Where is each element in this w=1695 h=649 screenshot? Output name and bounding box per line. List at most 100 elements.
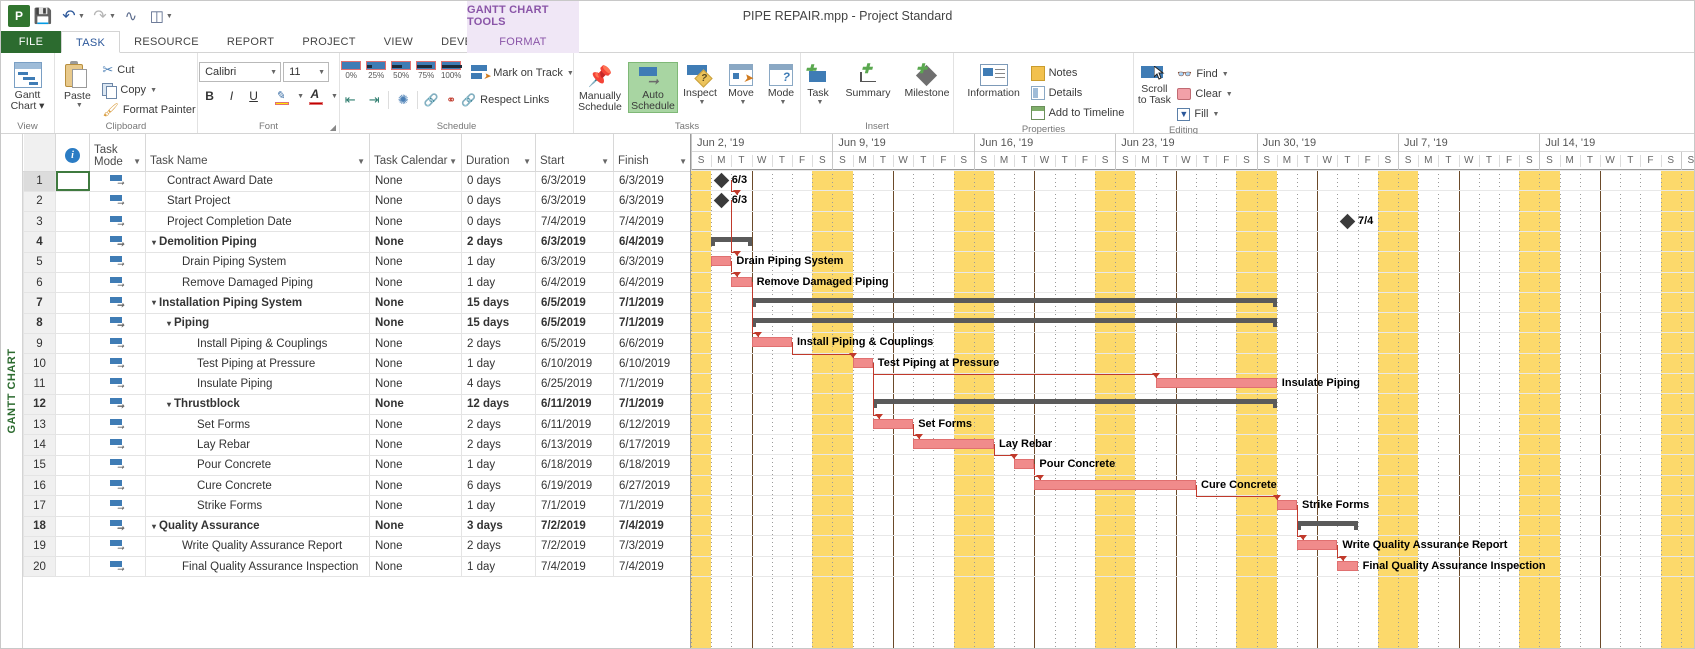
row-start-cell[interactable]: 6/4/2019 (535, 271, 614, 294)
row-id-cell[interactable]: 9 (23, 332, 56, 355)
row-finish-cell[interactable]: 7/1/2019 (613, 373, 690, 395)
link-tasks-button[interactable]: 🔗 (421, 91, 441, 110)
summary-bar[interactable] (751, 297, 1277, 307)
row-start-cell[interactable]: 6/19/2019 (535, 474, 614, 497)
table-row[interactable]: 3 ➞ Project Completion Date None 0 days 7/4/2… (23, 211, 690, 233)
table-row[interactable]: 12 ➞ ▾ Thrustblock None 12 days 6/11/2019 7/1/2… (23, 393, 690, 416)
row-indicator-cell[interactable] (55, 414, 90, 436)
row-duration-cell[interactable]: 2 days (461, 332, 536, 355)
row-id-cell[interactable]: 16 (23, 474, 56, 497)
row-task-name-cell[interactable]: Set Forms (145, 414, 370, 436)
manually-schedule-button[interactable]: 📌 Manually Schedule (574, 62, 626, 113)
clear-dropdown-icon[interactable]: ▼ (1226, 91, 1233, 98)
save-icon[interactable]: 💾 (30, 4, 56, 28)
row-finish-cell[interactable]: 6/10/2019 (613, 353, 690, 375)
row-task-calendar-cell[interactable]: None (369, 190, 462, 213)
row-task-calendar-cell[interactable]: None (369, 474, 462, 497)
copy-button[interactable]: Copy ▼ (102, 80, 195, 100)
row-indicator-cell[interactable] (55, 454, 90, 476)
col-filter-task-calendar-icon[interactable]: ▼ (449, 157, 457, 166)
fill-button[interactable]: ▼ Fill ▼ (1177, 104, 1232, 124)
tab-format[interactable]: FORMAT (467, 31, 579, 53)
move-button[interactable]: ➤ Move ▼ (722, 62, 760, 106)
row-indicator-cell[interactable] (55, 190, 90, 213)
summary-bar[interactable] (1297, 521, 1358, 531)
notes-button[interactable]: Notes (1030, 63, 1125, 83)
outdent-task-button[interactable]: ⇤ (339, 91, 361, 110)
row-id-cell[interactable]: 11 (23, 373, 56, 395)
task-bar[interactable] (711, 256, 732, 267)
summary-bar[interactable] (751, 318, 1277, 328)
find-button[interactable]: 👓 Find ▼ (1177, 64, 1232, 84)
indent-task-button[interactable]: ⇥ (363, 91, 385, 110)
row-id-cell[interactable]: 3 (23, 211, 56, 233)
italic-button[interactable]: I (221, 86, 242, 106)
col-header-start[interactable]: Start ▼ (535, 134, 614, 172)
row-task-mode-cell[interactable]: ➞ (89, 211, 146, 233)
row-task-mode-cell[interactable]: ➞ (89, 312, 146, 334)
row-start-cell[interactable]: 7/4/2019 (535, 211, 614, 233)
table-row[interactable]: 1 ➞ Contract Award Date None 0 days 6/3/2019 6… (23, 170, 690, 192)
table-row[interactable]: 19 ➞ Write Quality Assurance Report None 2 d… (23, 535, 690, 558)
row-finish-cell[interactable]: 6/3/2019 (613, 251, 690, 273)
table-row[interactable]: 4 ➞ ▾ Demolition Piping None 2 days 6/3/2019 6/… (23, 231, 690, 253)
row-task-name-cell[interactable]: Start Project (145, 190, 370, 213)
row-finish-cell[interactable]: 6/27/2019 (613, 474, 690, 497)
row-task-mode-cell[interactable]: ➞ (89, 556, 146, 578)
project-app-icon[interactable]: P (8, 5, 30, 27)
redo-dropdown-icon[interactable]: ▼ (109, 13, 116, 20)
task-bar[interactable] (731, 276, 752, 287)
row-task-calendar-cell[interactable]: None (369, 535, 462, 558)
row-task-name-cell[interactable]: ▾ Thrustblock (145, 393, 370, 416)
row-finish-cell[interactable]: 7/1/2019 (613, 393, 690, 416)
summary-bar[interactable] (872, 399, 1277, 409)
tab-report[interactable]: REPORT (213, 31, 288, 53)
table-row[interactable]: 20 ➞ Final Quality Assurance Inspection Non… (23, 556, 690, 578)
row-finish-cell[interactable]: 7/4/2019 (613, 556, 690, 578)
row-indicator-cell[interactable] (55, 535, 90, 558)
row-start-cell[interactable]: 6/3/2019 (535, 251, 614, 273)
row-finish-cell[interactable]: 7/1/2019 (613, 495, 690, 517)
tab-project[interactable]: PROJECT (288, 31, 369, 53)
timeline-day-header[interactable]: SMTWTFSSMTWTFSSMTWTFSSMTWTFSSMTWTFSSMTWT… (691, 152, 1694, 170)
row-id-cell[interactable]: 18 (23, 515, 56, 537)
bold-button[interactable]: B (199, 86, 220, 106)
font-dialog-launcher-icon[interactable]: ◢ (330, 123, 336, 132)
task-bar[interactable] (1034, 479, 1196, 490)
row-task-name-cell[interactable]: ▾ Quality Assurance (145, 515, 370, 537)
table-row[interactable]: 17 ➞ Strike Forms None 1 day 7/1/2019 7/1/2019 (23, 495, 690, 517)
task-bar[interactable] (1014, 459, 1035, 470)
pct-0-button[interactable]: 0% (339, 61, 363, 80)
row-task-name-cell[interactable]: Cure Concrete (145, 474, 370, 497)
col-filter-duration-icon[interactable]: ▼ (523, 157, 531, 166)
move-dropdown-icon[interactable]: ▼ (740, 99, 747, 106)
insert-task-button[interactable]: ✚ Task ▼ (799, 62, 837, 106)
pct-75-button[interactable]: 75% (414, 61, 438, 80)
information-button[interactable]: Information (963, 62, 1025, 99)
table-row[interactable]: 15 ➞ Pour Concrete None 1 day 6/18/2019 6/18/2… (23, 454, 690, 476)
row-task-calendar-cell[interactable]: None (369, 251, 462, 273)
row-duration-cell[interactable]: 12 days (461, 393, 536, 416)
task-bar[interactable] (1155, 378, 1277, 388)
row-task-mode-cell[interactable]: ➞ (89, 271, 146, 294)
col-header-duration[interactable]: Duration ▼ (461, 134, 536, 172)
row-task-mode-cell[interactable]: ➞ (89, 414, 146, 436)
row-start-cell[interactable]: 6/5/2019 (535, 292, 614, 314)
row-task-calendar-cell[interactable]: None (369, 312, 462, 334)
row-indicator-cell[interactable] (55, 393, 90, 416)
row-start-cell[interactable]: 7/2/2019 (535, 535, 614, 558)
task-grid-pane[interactable]: i Task Mode ▼ Task Name ▼ Task Calendar … (23, 134, 691, 648)
row-task-mode-cell[interactable]: ➞ (89, 231, 146, 253)
task-bar[interactable] (1297, 540, 1338, 551)
table-row[interactable]: 11 ➞ Insulate Piping None 4 days 6/25/2019 7/1… (23, 373, 690, 395)
table-row[interactable]: 2 ➞ Start Project None 0 days 6/3/2019 6/3/201… (23, 190, 690, 213)
row-indicator-cell[interactable] (55, 312, 90, 334)
table-row[interactable]: 7 ➞ ▾ Installation Piping System None 15 days… (23, 292, 690, 314)
row-task-calendar-cell[interactable]: None (369, 353, 462, 375)
row-task-mode-cell[interactable]: ➞ (89, 170, 146, 192)
row-finish-cell[interactable]: 7/4/2019 (613, 515, 690, 537)
row-id-cell[interactable]: 6 (23, 271, 56, 294)
table-row[interactable]: 9 ➞ Install Piping & Couplings None 2 days 6/… (23, 332, 690, 355)
row-duration-cell[interactable]: 2 days (461, 231, 536, 253)
copy-dropdown-icon[interactable]: ▼ (150, 87, 157, 94)
